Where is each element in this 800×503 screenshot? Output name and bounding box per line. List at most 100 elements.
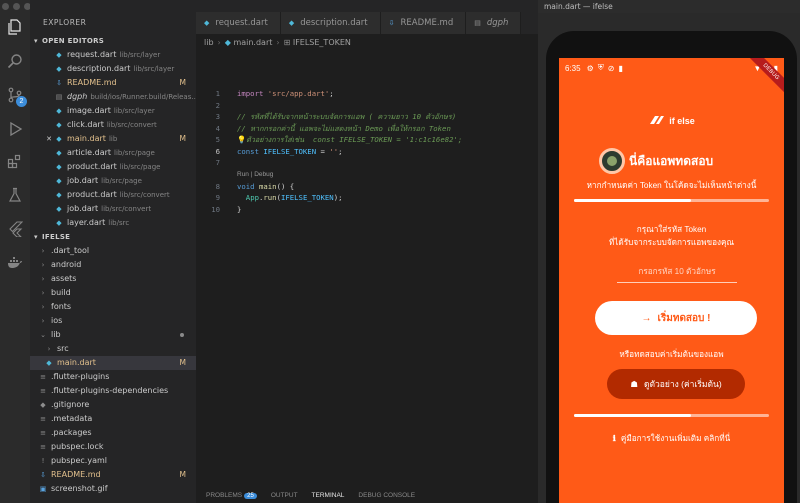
tree-item-label: main.dart [57, 358, 96, 367]
token-input[interactable] [617, 261, 737, 283]
example-button[interactable]: ☗ ดูตัวอย่าง (ค่าเริ่มต้น) [607, 369, 745, 399]
open-editor-path: lib [108, 135, 118, 143]
code-line: 5 💡ตัวอย่างการใส่เช่น const IFELSE_TOKEN … [215, 135, 463, 144]
explorer-title: EXPLORER [43, 18, 87, 27]
open-editor-item[interactable]: ◆ product.dart lib/src/page [30, 160, 196, 174]
flask-icon[interactable] [6, 186, 24, 204]
markdown-file-icon: ⇩ [40, 471, 46, 479]
open-editor-item[interactable]: ✕ ◆ main.dart lib M [30, 132, 196, 146]
source-control-icon[interactable]: 2 [6, 86, 27, 107]
open-editor-item[interactable]: ◆ description.dart lib/src/layer [30, 62, 196, 76]
search-icon[interactable] [6, 52, 24, 70]
tree-item[interactable]: ≡ .flutter-plugins-dependencies [30, 384, 196, 398]
phone-frame: 6:35 ⚙ ⛨ ⊘ ▮ ▼ ◢ ▮ DEBUG if else [546, 31, 797, 503]
panel-tab[interactable]: TERMINAL [312, 492, 345, 503]
panel-tab[interactable]: PROBLEMS 25 [206, 492, 257, 503]
tree-item[interactable]: ▣ screenshot.gif [30, 482, 196, 496]
open-editor-item[interactable]: ◆ job.dart lib/src/convert [30, 202, 196, 216]
open-editor-item[interactable]: ◆ product.dart lib/src/convert [30, 188, 196, 202]
minimize-window-button[interactable] [13, 3, 20, 10]
editor-tab[interactable]: ◆ request.dart [196, 12, 281, 34]
dart-file-icon: ◆ [224, 38, 231, 47]
editor-tab[interactable]: ▤ dgph [466, 12, 522, 34]
open-editor-item[interactable]: ◆ click.dart lib/src/convert [30, 118, 196, 132]
tree-item-label: fonts [51, 302, 72, 311]
open-editor-item[interactable]: ◆ request.dart lib/src/layer [30, 48, 196, 62]
manual-label: คู่มือการใช้งานเพิ่มเติม คลิกที่นี่ [620, 434, 731, 443]
example-label: ดูตัวอย่าง (ค่าเริ่มต้น) [643, 379, 722, 389]
tree-item[interactable]: › src [30, 342, 196, 356]
tree-item[interactable]: ≡ .flutter-plugins [30, 370, 196, 384]
extensions-icon[interactable] [6, 152, 24, 170]
image-file-icon: ▣ [39, 485, 47, 493]
open-editor-item[interactable]: ◆ layer.dart lib/src [30, 216, 196, 230]
file-icon: ≡ [40, 387, 46, 395]
tree-item[interactable]: › build [30, 286, 196, 300]
run-debug-icon[interactable] [6, 120, 24, 138]
code-line: 1 import 'src/app.dart'; [215, 89, 334, 98]
panel-tab[interactable]: OUTPUT [271, 492, 298, 503]
open-editor-item[interactable]: ◆ image.dart lib/src/layer [30, 104, 196, 118]
code-line: 4// หากกรอกค่านี้ แอพจะไม่แสดงหน้า Demo … [215, 123, 451, 133]
prompt-line-1: กรุณาใส่รหัส Token [636, 225, 707, 234]
open-editor-path: lib/src/layer [119, 51, 161, 59]
tree-item[interactable]: ≡ .metadata [30, 412, 196, 426]
tree-item[interactable]: › ios [30, 314, 196, 328]
open-editors-header[interactable]: ▾ OPEN EDITORS [30, 34, 196, 48]
tree-item[interactable]: ≡ .packages [30, 426, 196, 440]
tree-item-label: .dart_tool [51, 246, 90, 255]
open-editor-name: dgph [67, 92, 88, 101]
sim-card-icon: ▮ [618, 63, 623, 73]
manual-link[interactable]: ℹ คู่มือการใช้งานเพิ่มเติม คลิกที่นี่ [559, 432, 784, 445]
open-editor-item[interactable]: ▤ dgph build/ios/Runner.build/Releas... [30, 90, 196, 104]
close-icon[interactable]: ✕ [44, 132, 54, 146]
breadcrumb-file[interactable]: main.dart [233, 38, 272, 47]
dart-file-icon: ◆ [56, 163, 62, 171]
token-prompt: กรุณาใส่รหัส Token ที่ได้รับจากระบบจัดกา… [559, 223, 784, 249]
constant-icon: ⊞ [283, 38, 291, 47]
open-editor-item[interactable]: ⇩ README.md M [30, 76, 196, 90]
tree-item[interactable]: › fonts [30, 300, 196, 314]
tree-item[interactable]: › .dart_tool [30, 244, 196, 258]
tree-item[interactable]: ⇩ README.md M [30, 468, 196, 482]
codelens-run-debug[interactable]: Run | Debug [196, 169, 538, 181]
editor-tab[interactable]: ⇩ README.md [380, 12, 467, 34]
breadcrumb-symbol[interactable]: IFELSE_TOKEN [293, 38, 351, 47]
lightbulb-icon[interactable]: 💡 [237, 135, 246, 144]
panel-tab-label: TERMINAL [311, 492, 345, 499]
docker-icon[interactable] [6, 254, 24, 272]
tree-item[interactable]: ◆ .gitignore [30, 398, 196, 412]
close-window-button[interactable] [2, 3, 9, 10]
file-icon: ≡ [40, 415, 46, 423]
tree-item[interactable]: › assets [30, 272, 196, 286]
tree-item[interactable]: ⌄ lib [30, 328, 196, 342]
open-editor-item[interactable]: ◆ job.dart lib/src/page [30, 174, 196, 188]
tree-item[interactable]: ! pubspec.yaml [30, 454, 196, 468]
tree-item[interactable]: › android [30, 258, 196, 272]
breadcrumb-folder[interactable]: lib [204, 38, 214, 47]
project-label: IFELSE [42, 233, 71, 241]
tree-item-label: android [51, 260, 82, 269]
open-editor-item[interactable]: ◆ article.dart lib/src/page [30, 146, 196, 160]
code-editor[interactable]: 1 import 'src/app.dart'; 2 3// รหัสที่ได้… [196, 88, 538, 215]
editor-tab[interactable]: ◆ description.dart [280, 12, 381, 34]
flutter-icon[interactable] [6, 220, 24, 238]
tree-item-label: .flutter-plugins [51, 372, 110, 381]
settings-icon: ⚙ [586, 63, 594, 73]
modified-indicator: M [179, 134, 186, 143]
open-editor-name: README.md [67, 78, 117, 87]
file-icon: ≡ [40, 373, 46, 381]
tree-item[interactable]: ◆ main.dart M [30, 356, 196, 370]
project-header[interactable]: ▾ IFELSE [30, 230, 196, 244]
status-bar: 6:35 ⚙ ⛨ ⊘ ▮ ▼ ◢ ▮ [559, 58, 784, 78]
dart-file-icon: ◆ [56, 219, 62, 227]
start-test-button[interactable]: → เริ่มทดสอบ ! [595, 301, 757, 335]
panel-tab[interactable]: DEBUG CONSOLE [358, 492, 415, 503]
editor-area: ◆ request.dart ◆ description.dart ⇩ README.md… [196, 0, 538, 503]
dart-file-icon: ◆ [56, 205, 62, 213]
explorer-icon[interactable] [6, 18, 24, 36]
dart-file-icon: ◆ [56, 107, 62, 115]
open-editor-path: build/ios/Runner.build/Releas... [90, 93, 196, 101]
dart-file-icon: ◆ [56, 191, 62, 199]
tree-item[interactable]: ≡ pubspec.lock [30, 440, 196, 454]
